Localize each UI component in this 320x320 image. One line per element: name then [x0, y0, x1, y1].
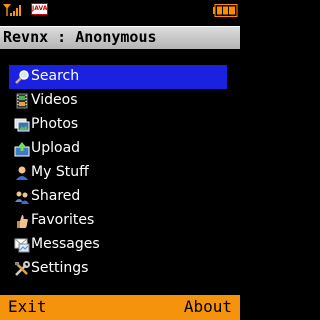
- menu-item-label: Favorites: [31, 212, 95, 228]
- about-softkey[interactable]: About: [184, 297, 232, 316]
- exit-softkey[interactable]: Exit: [8, 297, 47, 316]
- menu-item-my-stuff[interactable]: My Stuff: [9, 161, 227, 185]
- user-icon: [16, 166, 28, 180]
- photos-icon: [14, 118, 30, 132]
- title-bar: Revnx : Anonymous: [0, 26, 240, 49]
- shared-users-icon: [15, 191, 29, 204]
- signal-strength-icon: [3, 4, 21, 16]
- menu-item-favorites[interactable]: Favorites: [9, 209, 227, 233]
- menu-item-videos[interactable]: Videos: [9, 89, 227, 113]
- menu-item-label: Messages: [31, 236, 100, 252]
- film-icon: [16, 93, 28, 109]
- menu-item-label: My Stuff: [31, 164, 89, 180]
- tools-icon: [15, 261, 30, 276]
- menu-item-shared[interactable]: Shared: [9, 185, 227, 209]
- messages-icon: [14, 238, 30, 253]
- menu-item-label: Shared: [31, 188, 81, 204]
- thumbs-up-icon: [17, 215, 28, 228]
- battery-icon: [213, 4, 238, 17]
- menu-item-label: Photos: [31, 116, 79, 132]
- menu-item-label: Videos: [31, 92, 78, 108]
- upload-icon: [14, 142, 30, 157]
- menu-item-messages[interactable]: Messages: [9, 233, 227, 257]
- menu-item-search[interactable]: Search: [9, 65, 227, 89]
- main-menu: Search Videos Photos Upload My Stuff Sha…: [9, 65, 227, 281]
- java-badge-icon: JAVA: [31, 3, 48, 15]
- magnifier-icon: [15, 70, 29, 84]
- menu-item-settings[interactable]: Settings: [9, 257, 227, 281]
- softkey-bar: Exit About: [0, 295, 240, 320]
- menu-item-label: Search: [31, 68, 80, 84]
- menu-item-upload[interactable]: Upload: [9, 137, 227, 161]
- menu-item-label: Upload: [31, 140, 81, 156]
- menu-item-photos[interactable]: Photos: [9, 113, 227, 137]
- page-title: Revnx : Anonymous: [3, 28, 157, 46]
- menu-item-label: Settings: [31, 260, 89, 276]
- status-bar: JAVA: [0, 0, 240, 20]
